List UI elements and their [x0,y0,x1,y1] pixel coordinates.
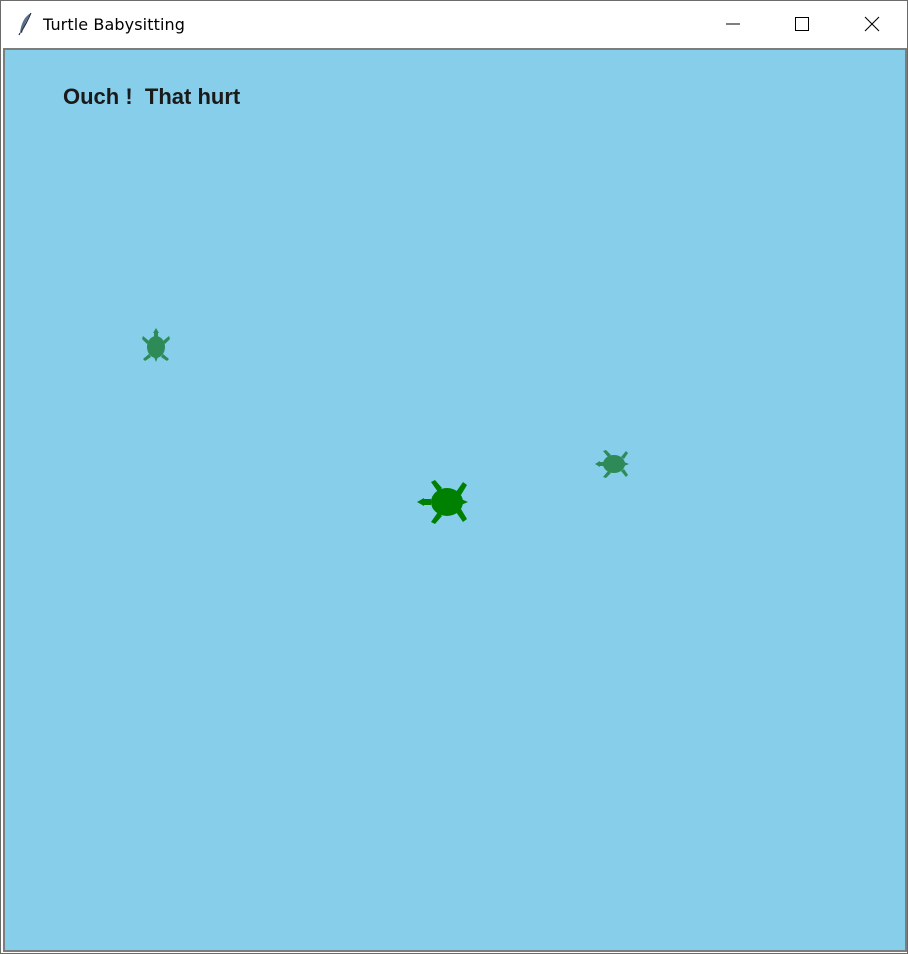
close-icon [864,16,880,32]
window-title: Turtle Babysitting [43,15,185,34]
player-turtle [417,480,468,524]
game-canvas[interactable]: Ouch ! That hurt [3,48,907,952]
title-bar[interactable]: Turtle Babysitting [1,1,907,47]
minimize-icon [726,23,740,25]
baby-turtle-left [142,328,170,362]
maximize-icon [795,17,809,31]
baby-turtle-right [595,450,629,478]
maximize-button[interactable] [767,1,837,47]
status-message: Ouch ! That hurt [63,84,241,109]
app-window: Turtle Babysitting Ouch ! That hurt [0,0,908,954]
minimize-button[interactable] [698,1,768,47]
feather-icon [18,12,32,36]
close-button[interactable] [837,1,907,47]
